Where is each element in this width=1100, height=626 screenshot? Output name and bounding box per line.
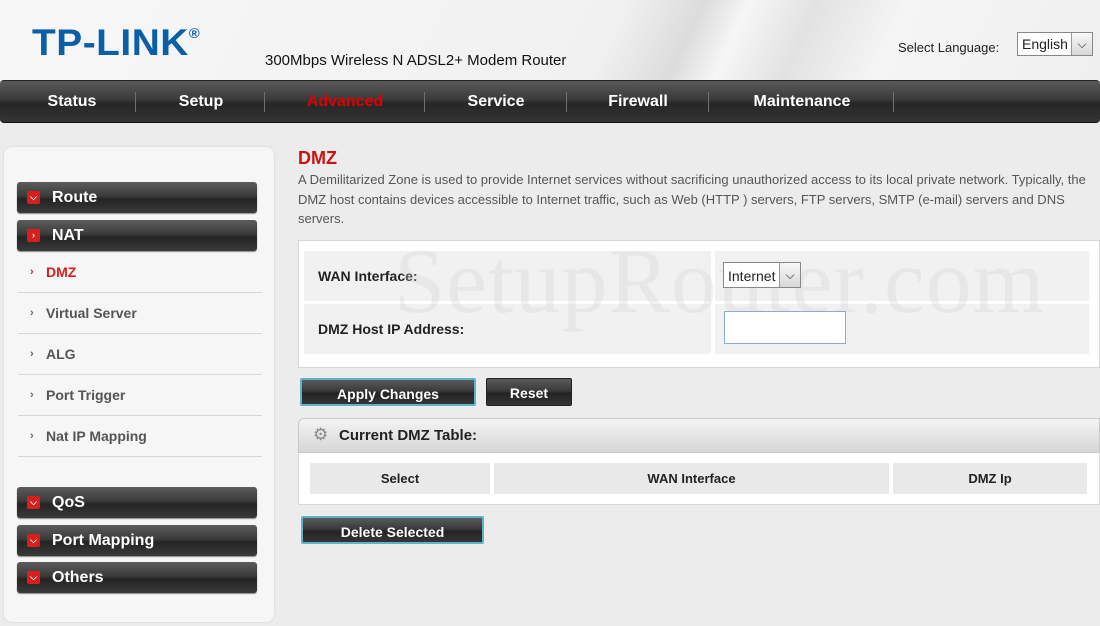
sidebar-group-label: Others [52,569,104,586]
sidebar-item-port-trigger[interactable]: › Port Trigger [18,375,262,416]
language-select[interactable]: English ⌵ [1017,32,1093,56]
nav-divider [264,92,265,112]
wan-interface-select[interactable]: Internet ⌵ [723,262,801,288]
column-header-wan-interface: WAN Interface [494,463,889,494]
page-header: TP-LINK® 300Mbps Wireless N ADSL2+ Modem… [0,0,1100,80]
dmz-table: Select WAN Interface DMZ Ip [298,453,1100,505]
top-navigation: Status Setup Advanced Service Firewall M… [0,80,1100,123]
sidebar-item-dmz[interactable]: › DMZ [18,252,262,293]
tp-link-logo: TP-LINK® [32,22,200,64]
model-name: 300Mbps Wireless N ADSL2+ Modem Router [265,52,567,69]
sidebar-group-port-mapping[interactable]: ⌵ Port Mapping [17,525,257,556]
language-value: English [1022,36,1068,52]
expand-icon: ⌵ [27,571,40,584]
form-row-wan-interface: WAN Interface: [304,251,1089,301]
nav-maintenance[interactable]: Maintenance [712,81,892,122]
gear-icon: ⚙ [313,425,329,444]
nav-status[interactable]: Status [12,81,132,122]
column-header-select: Select [310,463,490,494]
language-label: Select Language: [898,40,1000,55]
sidebar-group-label: QoS [52,494,85,511]
column-header-dmz-ip: DMZ Ip [893,463,1087,494]
sidebar-group-others[interactable]: ⌵ Others [17,562,257,593]
chevron-right-icon: › [30,430,34,442]
nav-divider [424,92,425,112]
chevron-right-icon: › [30,307,34,319]
nav-divider [893,92,894,112]
expand-icon: ⌵ [27,191,40,204]
apply-changes-button[interactable]: Apply Changes [300,378,476,406]
sidebar-group-route[interactable]: ⌵ Route [17,182,257,213]
dmz-table-header: ⚙ Current DMZ Table: [298,418,1100,453]
sidebar-item-label: Nat IP Mapping [46,428,147,444]
chevron-right-icon: › [30,266,34,278]
dmz-host-ip-label: DMZ Host IP Address: [318,321,465,337]
nav-advanced[interactable]: Advanced [268,81,422,122]
wan-interface-value: Internet [728,268,776,284]
logo-text: TP-LINK [32,22,189,63]
page-title: DMZ [298,148,337,168]
sidebar-group-nat[interactable]: › NAT [17,220,257,251]
sidebar-group-label: Route [52,189,98,206]
chevron-right-icon: › [30,348,34,360]
dmz-form: WAN Interface: DMZ Host IP Address: [298,240,1100,368]
sidebar-group-label: Port Mapping [52,532,155,549]
sidebar-group-label: NAT [52,227,84,244]
page-description: A Demilitarized Zone is used to provide … [298,172,1086,226]
sidebar-item-virtual-server[interactable]: › Virtual Server [18,293,262,334]
expand-icon: ⌵ [27,496,40,509]
sidebar-item-label: Port Trigger [46,387,126,403]
cell-divider [711,304,715,354]
collapse-icon: › [27,229,40,242]
form-row-dmz-host-ip: DMZ Host IP Address: [304,304,1089,354]
delete-selected-button[interactable]: Delete Selected [301,516,484,544]
sidebar-item-label: Virtual Server [46,305,137,321]
chevron-down-icon: ⌵ [1071,33,1092,55]
nav-divider [566,92,567,112]
nav-service[interactable]: Service [428,81,564,122]
nav-setup[interactable]: Setup [140,81,262,122]
sidebar-item-label: ALG [46,346,76,362]
sidebar-item-alg[interactable]: › ALG [18,334,262,375]
nav-divider [708,92,709,112]
chevron-down-icon: ⌵ [779,263,800,287]
chevron-right-icon: › [30,389,34,401]
wan-interface-label: WAN Interface: [318,268,418,284]
logo-mark: ® [188,24,201,41]
dmz-table-title: Current DMZ Table: [339,427,478,444]
nav-divider [135,92,136,112]
reset-button[interactable]: Reset [486,378,572,406]
sidebar-item-label: DMZ [46,264,77,280]
sidebar: ⌵ Route › NAT › DMZ › Virtual Server › A… [4,147,274,622]
cell-divider [711,251,715,301]
nav-firewall[interactable]: Firewall [570,81,706,122]
dmz-host-ip-input[interactable] [724,311,846,344]
expand-icon: ⌵ [27,534,40,547]
sidebar-item-nat-ip-mapping[interactable]: › Nat IP Mapping [18,416,262,457]
sidebar-group-qos[interactable]: ⌵ QoS [17,487,257,518]
